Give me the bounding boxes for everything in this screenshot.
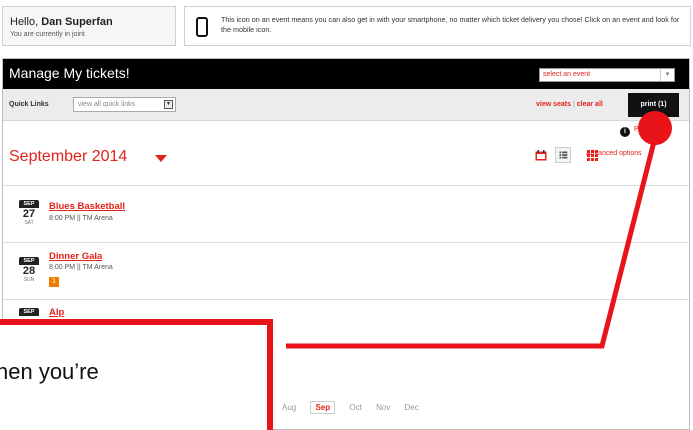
event-name-link[interactable]: Alp xyxy=(49,307,64,318)
screenshot-stage: Hello, Dan Superfan You are currently in… xyxy=(0,0,693,430)
chevron-down-icon: ▼ xyxy=(164,100,173,109)
calendar-icon[interactable] xyxy=(535,150,547,161)
mobile-notice-text: This icon on an event means you can also… xyxy=(221,15,680,34)
seat-links: view seats | clear all xyxy=(536,101,603,108)
month-nav-sep[interactable]: Sep xyxy=(310,401,336,414)
month-nav-dec[interactable]: Dec xyxy=(405,403,419,412)
event-name-link[interactable]: Blues Basketball xyxy=(49,201,125,212)
print-button[interactable]: print (1) xyxy=(628,93,679,117)
month-nav-nov[interactable]: Nov xyxy=(376,403,390,412)
event-row[interactable]: SEP 27 SAT Blues Basketball 8:00 PM || T… xyxy=(3,185,689,242)
callout-box: hen you’re xyxy=(0,319,273,430)
info-icon[interactable]: i xyxy=(620,127,630,137)
chevron-down-icon: ▾ xyxy=(660,69,674,81)
callout-text: hen you’re xyxy=(0,359,99,384)
user-status: You are currently in joint xyxy=(10,31,85,38)
badge-month: SEP xyxy=(19,200,39,208)
view-seats-link[interactable]: view seats xyxy=(536,101,571,108)
user-greeting-box: Hello, Dan Superfan You are currently in… xyxy=(2,6,176,46)
month-navigation: Aug Sep Oct Nov Dec xyxy=(282,401,431,414)
event-name-link[interactable]: Dinner Gala xyxy=(49,251,102,262)
badge-month: SEP xyxy=(19,308,39,316)
quick-links-label: Quick Links xyxy=(9,101,49,108)
smartphone-icon xyxy=(196,17,208,37)
badge-day: 28 xyxy=(22,265,36,277)
month-nav-aug[interactable]: Aug xyxy=(282,403,296,412)
month-title[interactable]: September 2014 xyxy=(9,148,127,166)
user-greeting: Hello, Dan Superfan xyxy=(10,16,113,28)
toolbar: Quick Links view all quick links ▼ view … xyxy=(3,89,689,121)
ticket-count-badge: 1 xyxy=(49,277,59,287)
badge-weekday: SUN xyxy=(23,277,35,283)
event-meta: 8:00 PM || TM Arena xyxy=(49,215,113,222)
badge-month: SEP xyxy=(19,257,39,265)
month-nav-oct[interactable]: Oct xyxy=(349,403,361,412)
date-badge: SEP 27 SAT xyxy=(19,200,39,226)
mobile-notice: This icon on an event means you can also… xyxy=(184,6,691,46)
badge-weekday: SAT xyxy=(24,220,34,226)
quick-links-value: view all quick links xyxy=(78,101,136,108)
event-select[interactable]: select an event ▾ xyxy=(539,68,675,82)
greeting-label: Hello, xyxy=(10,16,39,28)
print-hint[interactable]: Print xyxy=(634,126,648,133)
event-meta: 8:00 PM || TM Arena xyxy=(49,264,113,271)
date-badge: SEP xyxy=(19,308,39,316)
badge-day: 27 xyxy=(22,208,36,220)
user-name[interactable]: Dan Superfan xyxy=(41,16,113,28)
link-separator: | xyxy=(572,101,575,108)
caret-down-icon[interactable] xyxy=(155,155,167,162)
quick-links-select[interactable]: view all quick links ▼ xyxy=(73,97,176,112)
event-select-value: select an event xyxy=(543,71,591,78)
list-view-icon[interactable] xyxy=(555,147,571,163)
date-badge: SEP 28 SUN xyxy=(19,257,39,283)
panel-header: Manage My tickets! select an event ▾ xyxy=(3,59,689,89)
event-row[interactable]: SEP 28 SUN Dinner Gala 8:00 PM || TM Are… xyxy=(3,242,689,299)
panel-title: Manage My tickets! xyxy=(9,65,130,81)
advanced-options-link[interactable]: Advanced options xyxy=(586,150,642,157)
clear-all-link[interactable]: clear all xyxy=(577,101,603,108)
